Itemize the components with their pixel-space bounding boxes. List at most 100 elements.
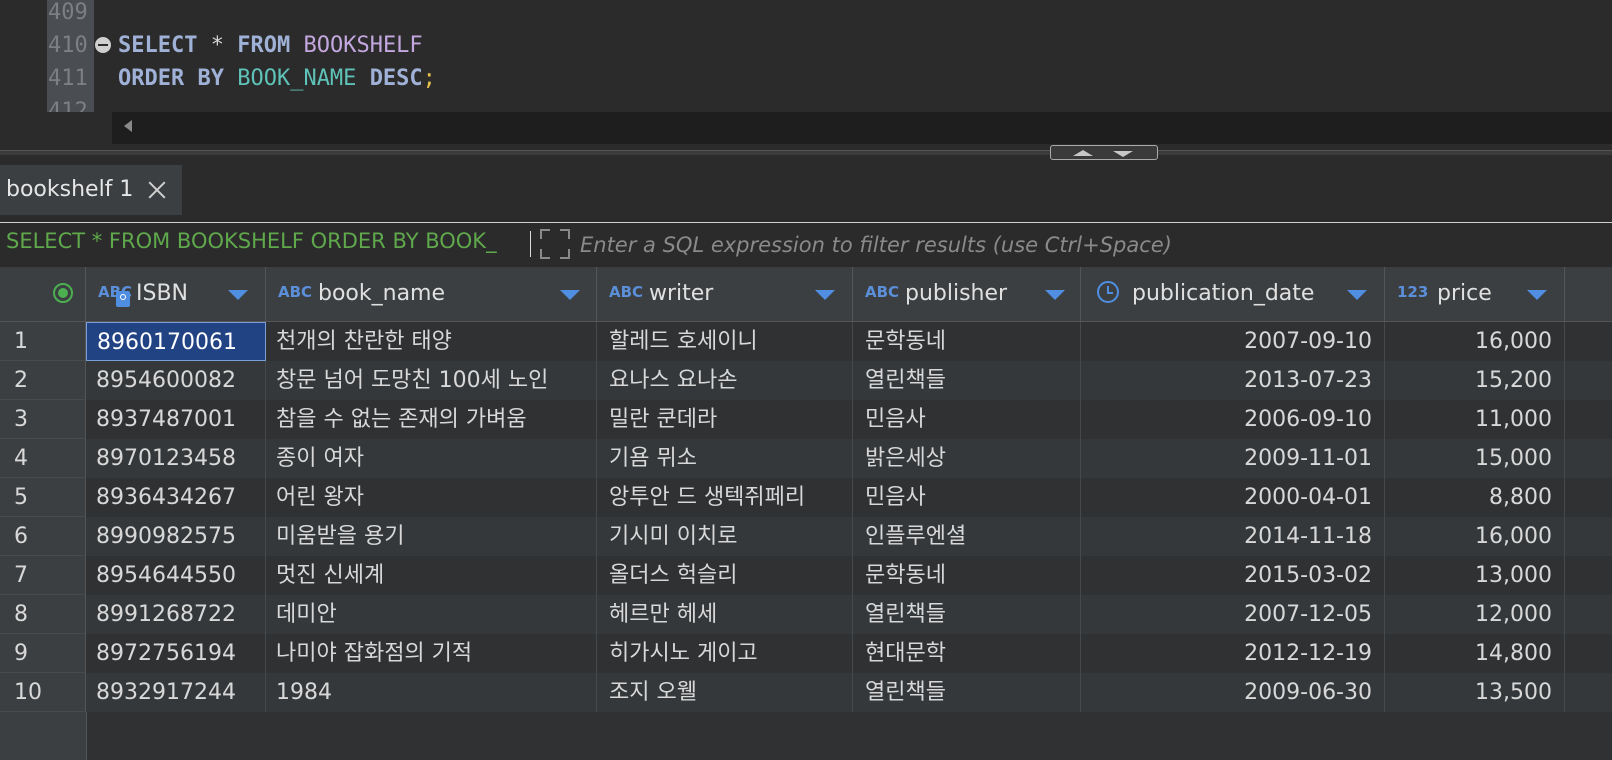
- cell-price[interactable]: 14,800: [1385, 634, 1565, 673]
- table-row[interactable]: 9 8972756194 나미야 잡화점의 기적 히가시노 게이고 현대문학 2…: [0, 634, 1612, 673]
- cell-publication-date[interactable]: 2006-09-10: [1081, 400, 1385, 439]
- row-number[interactable]: 8: [0, 595, 86, 634]
- cell-writer[interactable]: 밀란 쿤데라: [597, 400, 853, 439]
- table-row[interactable]: 5 8936434267 어린 왕자 앙투안 드 생텍쥐페리 민음사 2000-…: [0, 478, 1612, 517]
- sort-dropdown-icon[interactable]: [228, 290, 248, 300]
- editor-horizontal-scrollbar[interactable]: [112, 112, 1612, 144]
- column-header-isbn[interactable]: ABC ISBN: [86, 267, 266, 322]
- current-query-text[interactable]: SELECT * FROM BOOKSHELF ORDER BY BOOK_: [0, 227, 530, 259]
- row-number[interactable]: 1: [0, 322, 86, 361]
- cell-book-name[interactable]: 종이 여자: [266, 439, 597, 478]
- table-row[interactable]: 8 8991268722 데미안 헤르만 헤세 열린책들 2007-12-05 …: [0, 595, 1612, 634]
- row-number[interactable]: 3: [0, 400, 86, 439]
- row-number[interactable]: 5: [0, 478, 86, 517]
- filter-expression-input[interactable]: [580, 227, 1610, 261]
- cell-book-name[interactable]: 참을 수 없는 존재의 가벼움: [266, 400, 597, 439]
- cell-book-name[interactable]: 미움받을 용기: [266, 517, 597, 556]
- cell-isbn[interactable]: 8954600082: [86, 361, 266, 400]
- cell-writer[interactable]: 히가시노 게이고: [597, 634, 853, 673]
- row-number[interactable]: 10: [0, 673, 86, 712]
- cell-isbn[interactable]: 8932917244: [86, 673, 266, 712]
- cell-publication-date[interactable]: 2009-06-30: [1081, 673, 1385, 712]
- sort-dropdown-icon[interactable]: [815, 290, 835, 300]
- cell-isbn[interactable]: 8954644550: [86, 556, 266, 595]
- cell-isbn[interactable]: 8991268722: [86, 595, 266, 634]
- cell-writer[interactable]: 헤르만 헤세: [597, 595, 853, 634]
- row-number[interactable]: 2: [0, 361, 86, 400]
- cell-price[interactable]: 15,200: [1385, 361, 1565, 400]
- cell-isbn[interactable]: 8936434267: [86, 478, 266, 517]
- sort-dropdown-icon[interactable]: [1045, 290, 1065, 300]
- table-row[interactable]: 10 8932917244 1984 조지 오웰 열린책들 2009-06-30…: [0, 673, 1612, 712]
- table-row[interactable]: 3 8937487001 참을 수 없는 존재의 가벼움 밀란 쿤데라 민음사 …: [0, 400, 1612, 439]
- cell-publisher[interactable]: 열린책들: [853, 361, 1081, 400]
- splitter-handle[interactable]: [1050, 145, 1158, 160]
- fold-collapse-icon[interactable]: [95, 37, 111, 53]
- code-line-410[interactable]: SELECT * FROM BOOKSHELF: [118, 33, 423, 58]
- cell-publisher[interactable]: 민음사: [853, 478, 1081, 517]
- cell-price[interactable]: 12,000: [1385, 595, 1565, 634]
- cell-price[interactable]: 16,000: [1385, 322, 1565, 361]
- cell-book-name[interactable]: 데미안: [266, 595, 597, 634]
- cell-book-name[interactable]: 1984: [266, 673, 597, 712]
- cell-price[interactable]: 8,800: [1385, 478, 1565, 517]
- cell-publisher[interactable]: 문학동네: [853, 556, 1081, 595]
- panel-splitter[interactable]: [0, 150, 1612, 155]
- row-number[interactable]: 9: [0, 634, 86, 673]
- cell-price[interactable]: 16,000: [1385, 517, 1565, 556]
- expand-filter-icon[interactable]: [540, 229, 570, 259]
- cell-writer[interactable]: 할레드 호세이니: [597, 322, 853, 361]
- cell-writer[interactable]: 요나스 요나손: [597, 361, 853, 400]
- sort-dropdown-icon[interactable]: [560, 290, 580, 300]
- cell-publication-date[interactable]: 2013-07-23: [1081, 361, 1385, 400]
- row-number[interactable]: 6: [0, 517, 86, 556]
- cell-isbn[interactable]: 8972756194: [86, 634, 266, 673]
- cell-publisher[interactable]: 현대문학: [853, 634, 1081, 673]
- cell-isbn[interactable]: 8990982575: [86, 517, 266, 556]
- cell-price[interactable]: 11,000: [1385, 400, 1565, 439]
- column-header-publication-date[interactable]: publication_date: [1081, 267, 1385, 322]
- cell-publication-date[interactable]: 2000-04-01: [1081, 478, 1385, 517]
- column-header-price[interactable]: 123 price: [1385, 267, 1565, 322]
- cell-writer[interactable]: 올더스 헉슬리: [597, 556, 853, 595]
- cell-publisher[interactable]: 열린책들: [853, 673, 1081, 712]
- cell-isbn[interactable]: 8937487001: [86, 400, 266, 439]
- cell-writer[interactable]: 기욤 뮈소: [597, 439, 853, 478]
- table-row[interactable]: 4 8970123458 종이 여자 기욤 뮈소 밝은세상 2009-11-01…: [0, 439, 1612, 478]
- column-header-book-name[interactable]: ABC book_name: [266, 267, 597, 322]
- table-row[interactable]: 2 8954600082 창문 넘어 도망친 100세 노인 요나스 요나손 열…: [0, 361, 1612, 400]
- cell-publisher[interactable]: 민음사: [853, 400, 1081, 439]
- row-number[interactable]: 4: [0, 439, 86, 478]
- cell-writer[interactable]: 조지 오웰: [597, 673, 853, 712]
- cell-publication-date[interactable]: 2007-09-10: [1081, 322, 1385, 361]
- cell-writer[interactable]: 앙투안 드 생텍쥐페리: [597, 478, 853, 517]
- row-number[interactable]: 7: [0, 556, 86, 595]
- cell-price[interactable]: 15,000: [1385, 439, 1565, 478]
- cell-isbn[interactable]: 8970123458: [86, 439, 266, 478]
- select-all-icon[interactable]: [53, 283, 73, 303]
- table-row[interactable]: 1 8960170061 천개의 찬란한 태양 할레드 호세이니 문학동네 20…: [0, 322, 1612, 361]
- cell-price[interactable]: 13,500: [1385, 673, 1565, 712]
- tab-bookshelf-1[interactable]: bookshelf 1: [0, 165, 182, 215]
- cell-publication-date[interactable]: 2007-12-05: [1081, 595, 1385, 634]
- cell-publication-date[interactable]: 2012-12-19: [1081, 634, 1385, 673]
- sql-editor[interactable]: 409 410 411 412 SELECT * FROM BOOKSHELF …: [0, 0, 1612, 148]
- cell-publisher[interactable]: 밝은세상: [853, 439, 1081, 478]
- cell-writer[interactable]: 기시미 이치로: [597, 517, 853, 556]
- scroll-left-arrow-icon[interactable]: [124, 120, 132, 132]
- select-all-header[interactable]: [0, 267, 86, 322]
- cell-book-name[interactable]: 어린 왕자: [266, 478, 597, 517]
- table-row[interactable]: 6 8990982575 미움받을 용기 기시미 이치로 인플루엔셜 2014-…: [0, 517, 1612, 556]
- cell-book-name[interactable]: 나미야 잡화점의 기적: [266, 634, 597, 673]
- cell-publisher[interactable]: 인플루엔셜: [853, 517, 1081, 556]
- code-line-411[interactable]: ORDER BY BOOK_NAME DESC;: [118, 66, 436, 91]
- cell-book-name[interactable]: 멋진 신세계: [266, 556, 597, 595]
- cell-publication-date[interactable]: 2009-11-01: [1081, 439, 1385, 478]
- cell-price[interactable]: 13,000: [1385, 556, 1565, 595]
- cell-book-name[interactable]: 창문 넘어 도망친 100세 노인: [266, 361, 597, 400]
- restore-down-arrow-icon[interactable]: [1113, 151, 1133, 157]
- column-header-writer[interactable]: ABC writer: [597, 267, 853, 322]
- table-row[interactable]: 7 8954644550 멋진 신세계 올더스 헉슬리 문학동네 2015-03…: [0, 556, 1612, 595]
- close-icon[interactable]: [146, 179, 168, 201]
- sort-dropdown-icon[interactable]: [1347, 290, 1367, 300]
